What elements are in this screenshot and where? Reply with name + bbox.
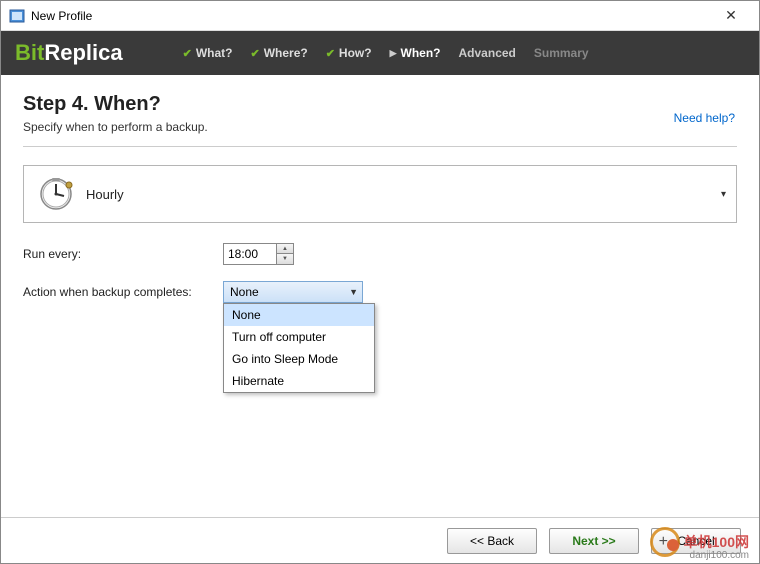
step-title: Step 4. When? <box>23 93 737 116</box>
action-option-turnoff[interactable]: Turn off computer <box>224 326 374 348</box>
action-option-none[interactable]: None <box>224 304 374 326</box>
back-button[interactable]: << Back <box>447 528 537 554</box>
window-title: New Profile <box>31 9 711 23</box>
schedule-label: Hourly <box>86 187 722 202</box>
chevron-down-icon: ▼ <box>349 287 358 297</box>
nav-step-where[interactable]: ✔Where? <box>250 46 307 60</box>
schedule-selector[interactable]: Hourly ▾ <box>23 165 737 223</box>
action-row: Action when backup completes: None ▼ Non… <box>23 281 737 303</box>
logo: BitReplica <box>15 40 123 66</box>
run-every-spinner[interactable]: ▲ ▼ <box>223 243 294 265</box>
app-icon <box>9 8 25 24</box>
nav-bar: BitReplica ✔What? ✔Where? ✔How? ▶When? A… <box>1 31 759 75</box>
nav-step-summary: Summary <box>534 46 589 60</box>
action-option-sleep[interactable]: Go into Sleep Mode <box>224 348 374 370</box>
run-every-input[interactable] <box>224 244 276 264</box>
check-icon: ✔ <box>250 47 259 60</box>
clock-icon <box>38 176 74 212</box>
next-button[interactable]: Next >> <box>549 528 639 554</box>
content: Step 4. When? Specify when to perform a … <box>1 75 759 337</box>
nav-step-how[interactable]: ✔How? <box>326 46 372 60</box>
action-combo[interactable]: None ▼ <box>223 281 363 303</box>
spinner-down[interactable]: ▼ <box>277 254 293 264</box>
titlebar: New Profile ✕ <box>1 1 759 31</box>
divider <box>23 146 737 147</box>
spinner-up[interactable]: ▲ <box>277 244 293 254</box>
nav-step-when[interactable]: ▶When? <box>390 46 441 60</box>
action-selected: None <box>230 285 259 299</box>
action-option-hibernate[interactable]: Hibernate <box>224 370 374 392</box>
check-icon: ✔ <box>326 47 335 60</box>
footer: << Back Next >> Cancel <box>1 517 759 563</box>
check-icon: ✔ <box>183 47 192 60</box>
nav-steps: ✔What? ✔Where? ✔How? ▶When? Advanced Sum… <box>183 46 589 60</box>
action-dropdown: None Turn off computer Go into Sleep Mod… <box>223 303 375 393</box>
arrow-icon: ▶ <box>390 48 397 59</box>
run-every-row: Run every: ▲ ▼ <box>23 243 737 265</box>
nav-step-what[interactable]: ✔What? <box>183 46 233 60</box>
step-subtitle: Specify when to perform a backup. <box>23 120 737 134</box>
watermark-sub: danji100.com <box>690 550 749 561</box>
action-label: Action when backup completes: <box>23 285 223 299</box>
run-every-label: Run every: <box>23 247 223 261</box>
close-button[interactable]: ✕ <box>711 2 751 30</box>
nav-step-advanced[interactable]: Advanced <box>459 46 516 60</box>
help-link[interactable]: Need help? <box>674 111 735 125</box>
chevron-down-icon: ▾ <box>721 189 726 200</box>
